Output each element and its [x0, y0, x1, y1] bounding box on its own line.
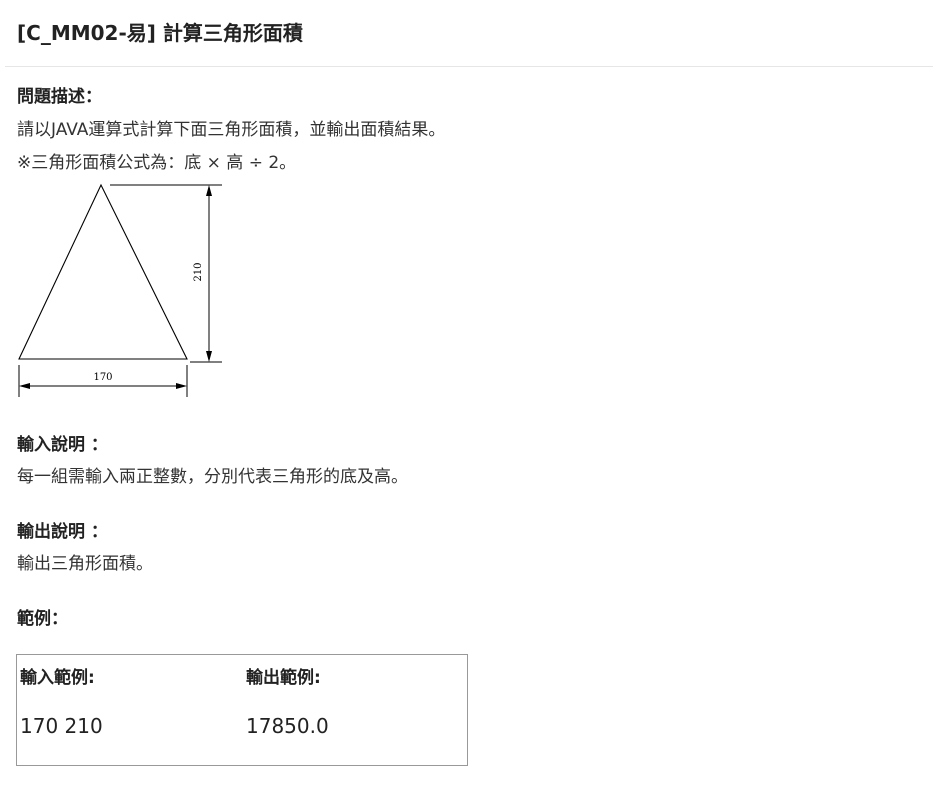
input-example-header: 輸入範例:: [20, 668, 95, 688]
output-heading: 輸出說明 ：: [17, 522, 108, 542]
description-line-1: 請以JAVA運算式計算下面三角形面積，並輸出面積結果。: [17, 120, 446, 140]
input-description: 每一組需輸入兩正整數，分別代表三角形的底及高。: [17, 467, 408, 487]
triangle-diagram: 210 170: [18, 183, 222, 397]
height-arrow-top: [206, 185, 212, 196]
base-label: 170: [93, 372, 112, 383]
formula-line: ※三角形面積公式為：底 × 高 ÷ 2。: [17, 153, 297, 173]
height-arrow-bottom: [206, 351, 212, 362]
examples-heading: 範例：: [17, 609, 68, 629]
triangle-shape: [18, 183, 188, 360]
input-example-value: 170 210: [20, 714, 103, 738]
base-arrow-left: [19, 383, 30, 389]
description-heading: 問題描述：: [17, 87, 102, 107]
output-example-header: 輸出範例:: [246, 668, 321, 688]
title-divider: [5, 66, 933, 67]
height-label: 210: [193, 262, 204, 281]
output-example-value: 17850.0: [246, 714, 329, 738]
input-heading: 輸入說明 ：: [17, 435, 108, 455]
output-description: 輸出三角形面積。: [17, 554, 153, 574]
page-title: [C_MM02-易] 計算三角形面積: [17, 21, 303, 45]
base-arrow-right: [176, 383, 187, 389]
example-table: 輸入範例: 輸出範例: 170 210 17850.0: [16, 654, 468, 766]
triangle-figure: 210 170: [13, 179, 228, 408]
